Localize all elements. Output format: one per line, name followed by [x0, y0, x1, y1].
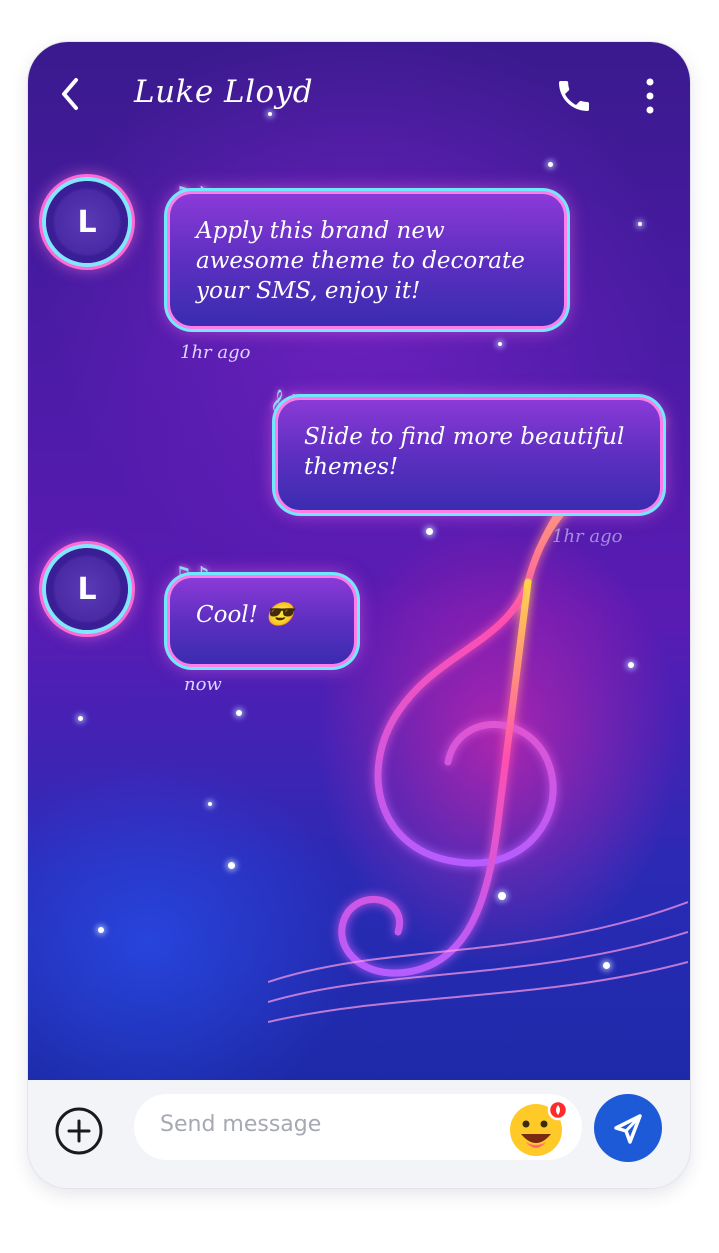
- call-button[interactable]: [554, 76, 594, 116]
- star-decoration: [208, 802, 212, 806]
- star-decoration: [228, 862, 235, 869]
- contact-avatar[interactable]: L: [46, 181, 128, 263]
- contact-name[interactable]: Luke Lloyd: [134, 74, 313, 110]
- message-time: 1hr ago: [180, 342, 251, 363]
- message-bubble-incoming[interactable]: Apply this brand new awesome theme to de…: [170, 194, 564, 326]
- message-time: now: [184, 674, 222, 695]
- message-bubble-incoming[interactable]: Cool! 😎: [170, 578, 354, 664]
- message-text: Cool! 😎: [196, 602, 294, 628]
- contact-avatar[interactable]: L: [46, 548, 128, 630]
- message-text: Slide to find more beautiful themes!: [304, 424, 625, 480]
- plus-circle-icon: [55, 1107, 103, 1155]
- message-input-placeholder: Send message: [160, 1112, 322, 1137]
- more-options-button[interactable]: [636, 76, 664, 116]
- chevron-left-icon: [62, 78, 78, 110]
- message-bubble-outgoing[interactable]: Slide to find more beautiful themes!: [278, 400, 660, 510]
- star-decoration: [638, 222, 642, 226]
- emoji-button[interactable]: [508, 1098, 570, 1160]
- composer-bar: Send message: [28, 1080, 690, 1188]
- emoji-icon: [510, 1099, 569, 1156]
- chat-background: Luke Lloyd L ♫♪ Apply this brand new awe…: [28, 42, 690, 1080]
- vertical-dots-icon: [646, 78, 654, 114]
- star-decoration: [548, 162, 553, 167]
- message-text: Apply this brand new awesome theme to de…: [196, 218, 525, 304]
- send-icon: [614, 1114, 642, 1144]
- phone-frame: Luke Lloyd L ♫♪ Apply this brand new awe…: [28, 42, 690, 1188]
- message-time: 1hr ago: [552, 526, 623, 547]
- phone-icon: [559, 81, 589, 111]
- star-decoration: [98, 927, 104, 933]
- star-decoration: [78, 716, 83, 721]
- add-attachment-button[interactable]: [54, 1106, 104, 1156]
- star-decoration: [498, 342, 502, 346]
- star-decoration: [236, 710, 242, 716]
- back-button[interactable]: [52, 72, 92, 116]
- send-button[interactable]: [594, 1094, 662, 1162]
- chat-header: Luke Lloyd: [28, 42, 690, 152]
